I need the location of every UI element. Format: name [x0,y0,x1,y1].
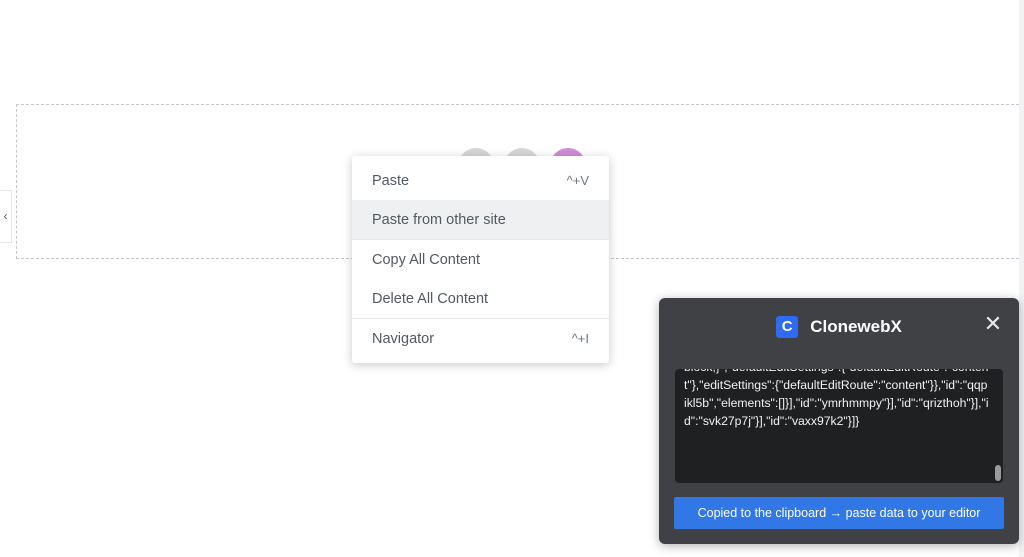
editor-right-panel-edge [1019,0,1024,557]
menu-item-paste[interactable]: Paste ^+V [352,161,609,200]
menu-item-label: Paste from other site [372,211,506,228]
menu-item-paste-from-other-site[interactable]: Paste from other site [352,200,609,239]
clonewebx-logo-icon: C [776,313,802,338]
code-scrollbar-thumb[interactable] [995,465,1001,481]
menu-item-shortcut: ^+I [571,331,589,346]
panel-collapse-toggle[interactable]: ‹ [0,190,12,243]
menu-item-delete-all-content[interactable]: Delete All Content [352,279,609,318]
context-menu: Paste ^+V Paste from other site Copy All… [352,156,609,363]
menu-item-label: Navigator [372,330,435,347]
menu-item-copy-all-content[interactable]: Copy All Content [352,240,609,279]
menu-item-label: Delete All Content [372,290,489,307]
clonewebx-panel: C ClonewebX ✕ block;}","defaultEditSetti… [659,298,1019,544]
panel-title: ClonewebX [810,317,902,336]
panel-header: C ClonewebX [659,312,1019,342]
json-code-text: block;}","defaultEditSettings":{"default… [684,369,989,428]
menu-item-label: Paste [372,172,410,189]
menu-item-label: Copy All Content [372,251,481,268]
menu-item-navigator[interactable]: Navigator ^+I [352,319,609,358]
close-icon[interactable]: ✕ [983,312,1003,336]
menu-item-shortcut: ^+V [566,173,589,188]
json-code-box[interactable]: block;}","defaultEditSettings":{"default… [675,369,1003,483]
copied-to-clipboard-button[interactable]: Copied to the clipboard → paste data to … [674,497,1004,529]
